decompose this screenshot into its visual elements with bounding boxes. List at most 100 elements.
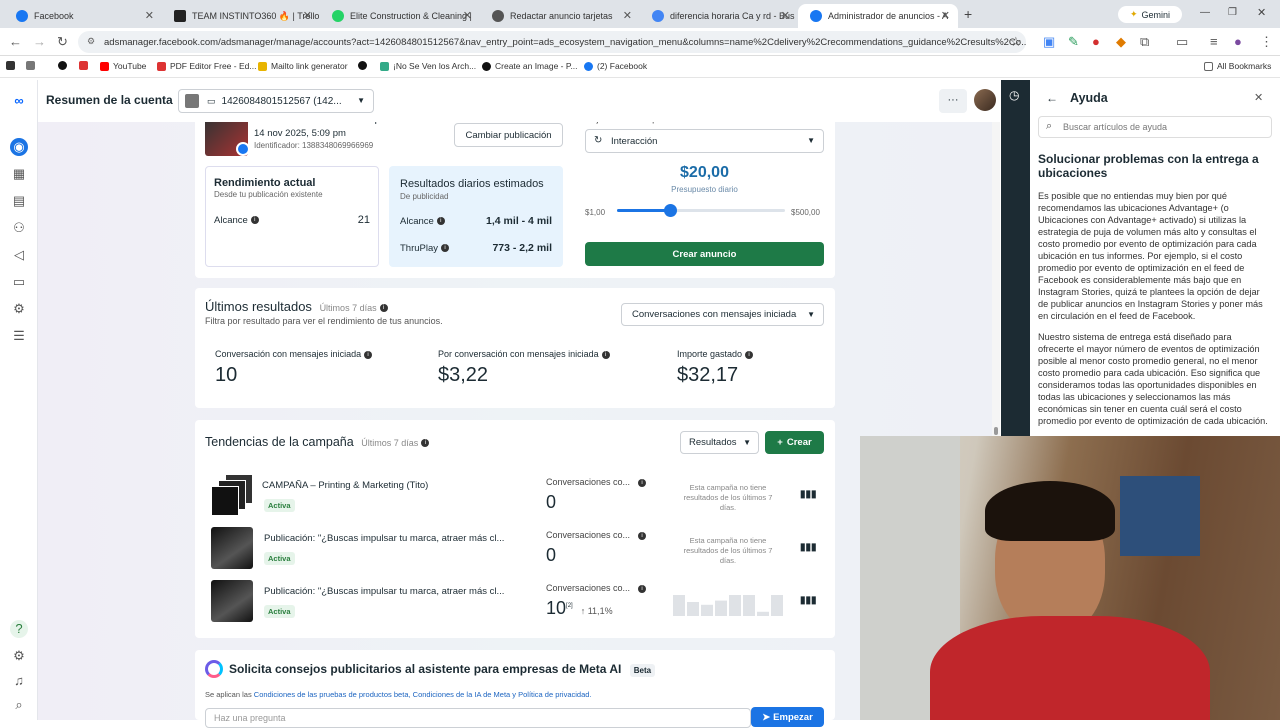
- bookmark-facebook[interactable]: (2) Facebook: [584, 61, 647, 71]
- scrollbar-thumb[interactable]: [994, 427, 998, 435]
- translate-icon[interactable]: ▣: [1043, 34, 1055, 50]
- bookmark-red-icon[interactable]: [79, 61, 88, 70]
- tab-redactar[interactable]: Redactar anuncio tarjetas ✕: [480, 4, 640, 28]
- media-icon[interactable]: ≡: [1210, 34, 1218, 49]
- bookmark-archivos[interactable]: ¡No Se Ven los Arch...: [380, 61, 476, 71]
- settings-icon[interactable]: ⚙: [10, 647, 28, 665]
- budget-slider-track[interactable]: [617, 204, 785, 217]
- github-icon[interactable]: [58, 61, 67, 70]
- bar-chart-icon[interactable]: ▮▮▮: [800, 489, 817, 500]
- info-icon[interactable]: i: [379, 303, 388, 312]
- campaign-row[interactable]: Publicación: "¿Buscas impulsar tu marca,…: [195, 576, 835, 626]
- sparkline-bar: [715, 600, 727, 616]
- more-options-button[interactable]: ···: [939, 89, 967, 113]
- account-selector[interactable]: ▭ 1426084801512567 (142... ▼: [178, 89, 374, 113]
- extension-icon[interactable]: ◆: [1116, 34, 1126, 50]
- reports-icon[interactable]: ▤: [10, 192, 28, 210]
- extensions-puzzle-icon[interactable]: ⧉: [1140, 34, 1149, 50]
- info-icon[interactable]: i: [745, 350, 754, 359]
- ads-icon[interactable]: ◁: [10, 246, 28, 264]
- bookmark-create-image[interactable]: Create an Image - P...: [482, 61, 578, 71]
- info-icon[interactable]: i: [638, 584, 647, 593]
- apps-icon[interactable]: [6, 61, 15, 70]
- info-icon[interactable]: i: [638, 531, 647, 540]
- grid-icon[interactable]: [26, 61, 35, 70]
- new-tab-button[interactable]: +: [964, 6, 972, 22]
- maximize-button[interactable]: ❐: [1228, 7, 1237, 18]
- campaign-name[interactable]: Publicación: "¿Buscas impulsar tu marca,…: [264, 533, 504, 544]
- profile-icon[interactable]: ●: [1234, 34, 1242, 49]
- row-metric-text: Conversaciones co...: [546, 530, 631, 540]
- ask-question-input[interactable]: Haz una pregunta: [205, 708, 751, 728]
- terms-links[interactable]: Condiciones de las pruebas de productos …: [254, 690, 592, 699]
- info-icon[interactable]: i: [250, 216, 259, 225]
- bar-chart-icon[interactable]: ▮▮▮: [800, 595, 817, 606]
- gemini-button[interactable]: ✦ Gemini: [1118, 6, 1182, 23]
- back-icon[interactable]: ←: [9, 34, 22, 49]
- bookmark-star-icon[interactable]: ☆: [1010, 34, 1022, 50]
- close-icon[interactable]: ✕: [781, 9, 790, 22]
- audiences-icon[interactable]: ⚇: [10, 219, 28, 237]
- create-ad-button[interactable]: Crear anuncio: [585, 242, 824, 266]
- minimize-button[interactable]: —: [1200, 7, 1210, 18]
- start-button[interactable]: ➤ Empezar: [751, 707, 824, 727]
- campaign-name[interactable]: CAMPAÑA – Printing & Marketing (Tito): [262, 480, 428, 491]
- trends-filter-select[interactable]: Resultados ▼: [680, 431, 759, 454]
- info-icon[interactable]: i: [601, 350, 610, 359]
- reload-icon[interactable]: ↻: [57, 34, 68, 50]
- bookmark-youtube[interactable]: YouTube: [100, 61, 146, 71]
- business-settings-icon[interactable]: ⚙: [10, 300, 28, 318]
- close-icon[interactable]: ✕: [623, 9, 632, 22]
- tab-elite[interactable]: Elite Construction & Cleaning | ✕: [320, 4, 480, 28]
- search-icon[interactable]: ⌕: [10, 696, 28, 714]
- back-arrow-icon[interactable]: ←: [1046, 91, 1058, 105]
- campaigns-icon[interactable]: ▦: [10, 165, 28, 183]
- history-icon[interactable]: ◷: [1009, 88, 1019, 102]
- all-tools-icon[interactable]: ☰: [10, 327, 28, 345]
- info-icon[interactable]: i: [364, 350, 373, 359]
- billing-icon[interactable]: ▭: [10, 273, 28, 291]
- help-search-input[interactable]: ⌕ Buscar artículos de ayuda: [1038, 116, 1272, 138]
- tab-adsmanager[interactable]: Administrador de anuncios - A ✕: [798, 4, 958, 28]
- meta-logo-icon[interactable]: ∞: [8, 92, 30, 110]
- user-avatar[interactable]: [974, 89, 996, 111]
- cast-icon[interactable]: ▭: [1176, 34, 1188, 50]
- opera-icon[interactable]: ●: [1092, 34, 1100, 49]
- bar-chart-icon[interactable]: ▮▮▮: [800, 542, 817, 553]
- campaign-name[interactable]: Publicación: "¿Buscas impulsar tu marca,…: [264, 586, 504, 597]
- info-icon[interactable]: i: [638, 478, 647, 487]
- info-icon[interactable]: i: [421, 438, 430, 447]
- close-icon[interactable]: ✕: [145, 9, 154, 22]
- notifications-icon[interactable]: ♫: [10, 672, 28, 690]
- tab-google[interactable]: diferencia horaria Ca y rd - Bus ✕: [640, 4, 798, 28]
- close-icon[interactable]: ✕: [941, 9, 950, 22]
- bookmark-mailto[interactable]: Mailto link generator: [258, 61, 348, 71]
- menu-icon[interactable]: ⋮: [1260, 34, 1273, 50]
- close-icon[interactable]: ✕: [463, 9, 472, 22]
- site-info-icon[interactable]: ⚙: [87, 36, 95, 47]
- campaign-row[interactable]: Publicación: "¿Buscas impulsar tu marca,…: [195, 523, 835, 573]
- bookmark-github[interactable]: [358, 61, 367, 70]
- budget-slider-handle[interactable]: [663, 204, 677, 217]
- tab-trello[interactable]: TEAM INSTINTO360 🔥 | Trello ✕: [162, 4, 320, 28]
- account-overview-icon[interactable]: ◉: [10, 138, 28, 156]
- create-campaign-button[interactable]: + Crear: [765, 431, 824, 454]
- campaign-row[interactable]: CAMPAÑA – Printing & Marketing (Tito) Ac…: [195, 470, 835, 520]
- results-filter-select[interactable]: Conversaciones con mensajes iniciada ▼: [621, 303, 824, 326]
- all-bookmarks[interactable]: All Bookmarks: [1204, 61, 1271, 71]
- bookmark-pdf[interactable]: PDF Editor Free - Ed...: [157, 61, 256, 71]
- forward-icon[interactable]: →: [33, 34, 46, 49]
- objective-select[interactable]: ↻ Interacción ▼: [585, 129, 824, 153]
- tab-label: Elite Construction & Cleaning |: [350, 11, 472, 21]
- info-icon[interactable]: i: [436, 217, 445, 226]
- change-post-button[interactable]: Cambiar publicación: [454, 123, 563, 147]
- extension-pen-icon[interactable]: ✎: [1068, 34, 1079, 50]
- close-icon[interactable]: ✕: [1254, 91, 1263, 104]
- url-field[interactable]: ⚙ adsmanager.facebook.com/adsmanager/man…: [78, 31, 1026, 53]
- facebook-icon: [584, 61, 593, 71]
- info-icon[interactable]: i: [441, 244, 450, 253]
- help-icon[interactable]: ?: [10, 620, 28, 638]
- close-window-button[interactable]: ✕: [1257, 6, 1266, 19]
- close-icon[interactable]: ✕: [303, 9, 312, 22]
- tab-facebook[interactable]: Facebook ✕: [4, 4, 162, 28]
